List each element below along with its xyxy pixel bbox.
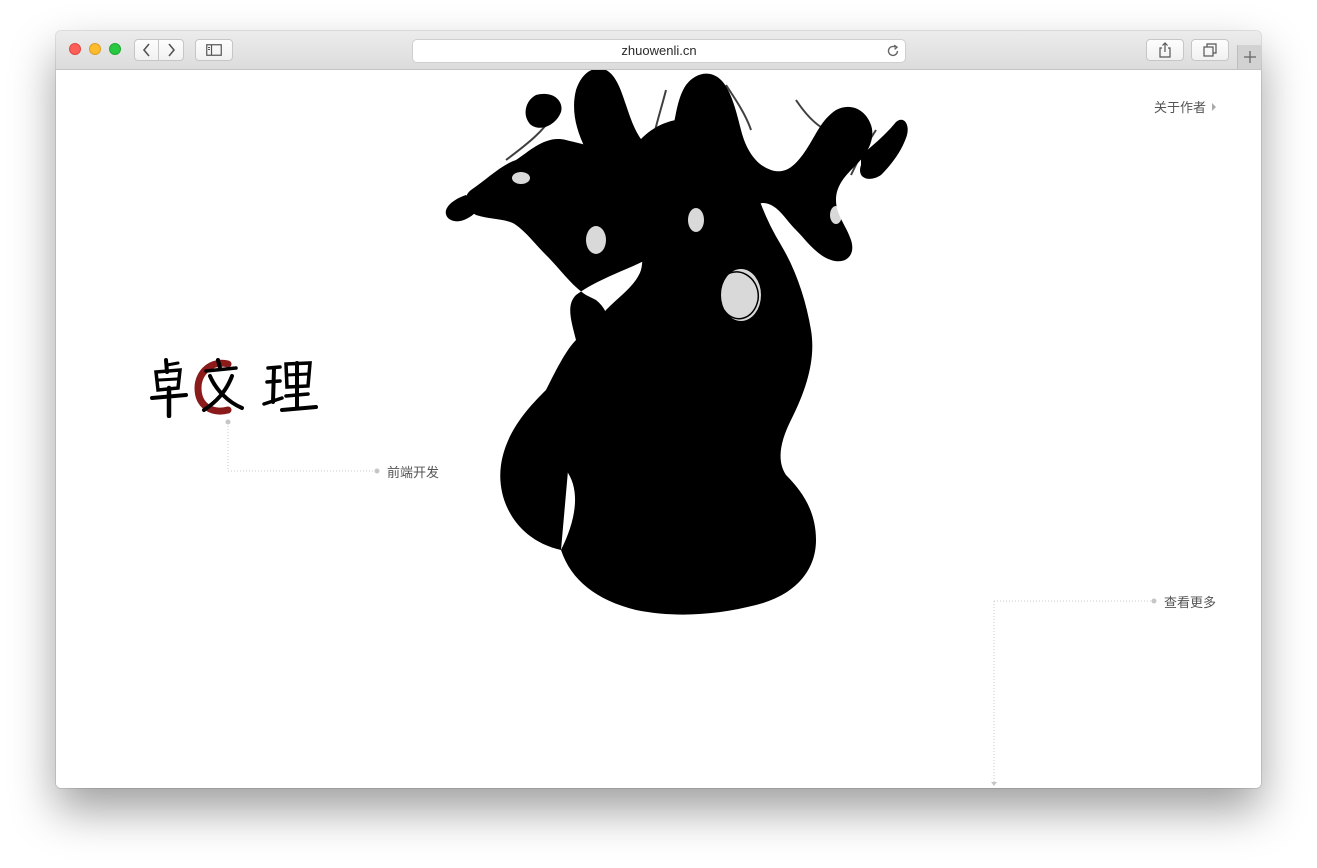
reload-icon[interactable] [886,44,900,58]
forward-icon [168,43,176,57]
browser-window: zhuowenli.cn 关于作者 前端开发 查看更多 [56,31,1261,788]
minimize-window-button[interactable] [89,43,101,55]
address-bar[interactable]: zhuowenli.cn [412,39,906,63]
back-icon [142,43,150,57]
logo-image [150,358,318,419]
browser-toolbar: zhuowenli.cn [56,31,1261,70]
about-author-link[interactable]: 关于作者 [1154,97,1216,116]
site-logo[interactable] [150,354,320,419]
new-tab-button[interactable] [1237,45,1261,69]
tabs-overview-button[interactable] [1191,39,1229,61]
about-author-label: 关于作者 [1153,101,1206,116]
zoom-window-button[interactable] [109,43,121,55]
view-more-link[interactable]: 查看更多 [1164,592,1216,611]
plus-icon [1244,51,1256,63]
forward-button[interactable] [158,39,184,61]
tabs-overview-icon [1203,43,1217,57]
connector-lines [225,419,1157,786]
share-icon [1159,42,1171,58]
url-text: zhuowenli.cn [621,43,697,58]
sidebar-icon [206,44,222,56]
chevron-right-icon [1212,102,1216,111]
page-content: 关于作者 前端开发 查看更多 [56,70,1261,788]
back-button[interactable] [134,39,159,61]
close-window-button[interactable] [69,43,81,55]
tagline-text: 前端开发 [387,466,440,481]
share-button[interactable] [1146,39,1184,61]
sidebar-button[interactable] [195,39,233,61]
